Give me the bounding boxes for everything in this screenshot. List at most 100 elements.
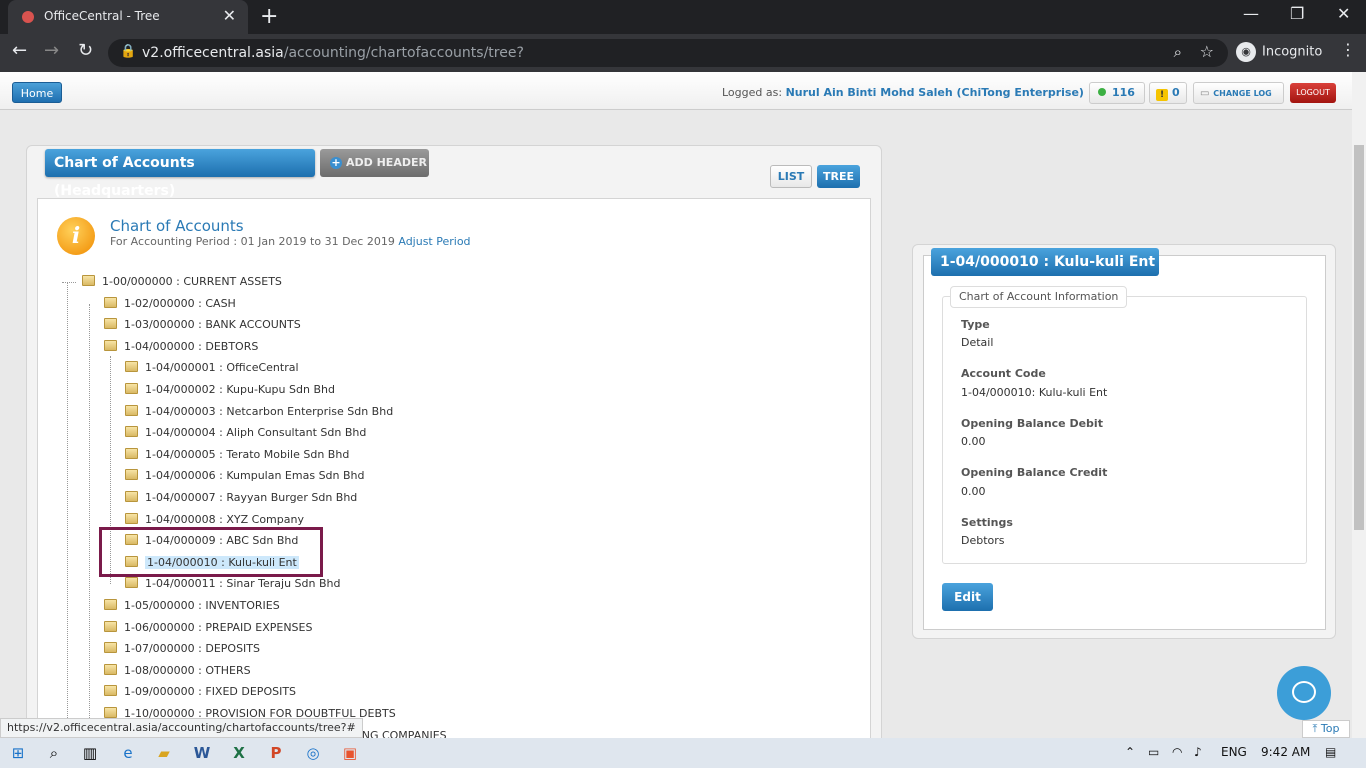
file-explorer-icon[interactable]: ▰ [154, 743, 174, 763]
folder-icon [125, 361, 138, 372]
up-icon: ⤒ [1312, 722, 1318, 735]
warning-icon: ! [1156, 89, 1168, 101]
tree-line [67, 282, 68, 738]
wifi-icon[interactable]: ◠ [1172, 745, 1182, 759]
address-bar: ← → ↻ 🔒 v2.officecentral.asia/accounting… [0, 34, 1366, 72]
new-tab-icon[interactable]: + [260, 4, 278, 29]
logged-user[interactable]: Nurul Ain Binti Mohd Saleh (ChiTong Ente… [786, 86, 1084, 99]
folder-icon [125, 491, 138, 502]
volume-icon[interactable]: ♪ [1194, 745, 1202, 759]
status-url: https://v2.officecentral.asia/accounting… [0, 718, 363, 738]
logout-button[interactable]: LOGOUT [1290, 83, 1336, 103]
folder-icon [104, 318, 117, 329]
app-topbar: Home Logged as: Nurul Ain Binti Mohd Sal… [0, 72, 1352, 110]
change-log-button[interactable]: ▭ CHANGE LOG [1193, 82, 1284, 104]
home-button[interactable]: Home [12, 82, 62, 103]
back-icon[interactable]: ← [12, 40, 27, 61]
close-window-icon[interactable]: ✕ [1337, 4, 1350, 23]
back-to-top-button[interactable]: ⤒ Top [1302, 720, 1350, 738]
clock[interactable]: 9:42 AM [1261, 745, 1310, 759]
word-icon[interactable]: W [192, 743, 212, 763]
zoom-icon[interactable]: ⌕ [1174, 43, 1182, 61]
folder-icon [125, 383, 138, 394]
browser-tabbar: OfficeCentral - Tree ✕ + — ❐ ✕ [0, 0, 1366, 34]
reload-icon[interactable]: ↻ [78, 40, 93, 61]
tab-title: OfficeCentral - Tree [44, 9, 160, 23]
tree-node[interactable]: 1-04/000003 : Netcarbon Enterprise Sdn B… [125, 404, 393, 420]
plus-icon: + [330, 156, 342, 169]
tree-node[interactable]: 1-03/000000 : BANK ACCOUNTS [104, 317, 301, 333]
lock-icon: 🔒 [120, 44, 137, 59]
list-view-button[interactable]: LIST [770, 165, 812, 188]
folder-icon [125, 426, 138, 437]
adjust-period-link[interactable]: Adjust Period [398, 235, 470, 248]
edge-icon[interactable]: e [118, 743, 138, 763]
opening-credit-value: 0.00 [961, 485, 986, 498]
folder-icon [82, 275, 95, 286]
chat-button[interactable] [1277, 666, 1331, 720]
tree-node[interactable]: 1-07/000000 : DEPOSITS [104, 641, 260, 657]
account-info-legend: Chart of Account Information [950, 286, 1128, 308]
url-text: v2.officecentral.asia/accounting/chartof… [142, 45, 524, 61]
notifications-icon[interactable]: ▤ [1325, 745, 1336, 759]
opening-credit-label: Opening Balance Credit [961, 466, 1108, 479]
tray-up-icon[interactable]: ⌃ [1125, 745, 1135, 759]
chrome-icon[interactable]: ◎ [303, 743, 323, 763]
excel-icon[interactable]: X [229, 743, 249, 763]
folder-icon [125, 405, 138, 416]
search-icon[interactable]: ⌕ [44, 743, 64, 763]
forward-icon[interactable]: → [44, 40, 59, 61]
online-count-badge[interactable]: 116 [1089, 82, 1145, 104]
tree-node[interactable]: 1-00/000000 : CURRENT ASSETS [82, 274, 282, 290]
info-icon: i [57, 217, 95, 255]
tree-node[interactable]: 1-02/000000 : CASH [104, 296, 236, 312]
tree-node[interactable]: 1-06/000000 : PREPAID EXPENSES [104, 620, 312, 636]
bookmark-star-icon[interactable]: ☆ [1200, 42, 1214, 61]
language-indicator[interactable]: ENG [1221, 745, 1247, 759]
tree-node[interactable]: DING COMPANIES [350, 728, 447, 738]
windows-start-icon[interactable]: ⊞ [8, 743, 28, 763]
scrollbar-thumb[interactable] [1354, 145, 1364, 530]
accounting-period: For Accounting Period : 01 Jan 2019 to 3… [110, 235, 471, 248]
account-code-label: Account Code [961, 367, 1046, 380]
logged-as: Logged as: Nurul Ain Binti Mohd Saleh (C… [722, 86, 1084, 99]
powerpoint-icon[interactable]: P [266, 743, 286, 763]
tree-node[interactable]: 1-04/000005 : Terato Mobile Sdn Bhd [125, 447, 349, 463]
omnibox[interactable]: 🔒 v2.officecentral.asia/accounting/chart… [108, 39, 1228, 67]
folder-icon [104, 664, 117, 675]
tree-node[interactable]: 1-04/000011 : Sinar Teraju Sdn Bhd [125, 576, 340, 592]
document-icon: ▭ [1200, 88, 1210, 99]
warning-count-badge[interactable]: ! 0 [1149, 82, 1187, 104]
os-taskbar: ⊞ ⌕ ▥ e ▰ W X P ◎ ▣ ⌃ ▭ ◠ ♪ ENG 9:42 AM … [0, 738, 1366, 768]
task-view-icon[interactable]: ▥ [80, 743, 100, 763]
folder-icon [104, 707, 117, 718]
folder-icon [125, 448, 138, 459]
tree-view-button[interactable]: TREE [817, 165, 860, 188]
tree-node[interactable]: 1-04/000006 : Kumpulan Emas Sdn Bhd [125, 468, 365, 484]
close-tab-icon[interactable]: ✕ [223, 6, 236, 25]
app-icon[interactable]: ▣ [340, 743, 360, 763]
edit-button[interactable]: Edit [942, 583, 993, 611]
tree-node[interactable]: 1-04/000004 : Aliph Consultant Sdn Bhd [125, 425, 366, 441]
tree-node[interactable]: 1-08/000000 : OTHERS [104, 663, 251, 679]
incognito-indicator[interactable]: ◉ Incognito [1236, 42, 1322, 62]
tree-node[interactable]: 1-04/000007 : Rayyan Burger Sdn Bhd [125, 490, 357, 506]
add-header-button[interactable]: + ADD HEADER [320, 149, 429, 177]
account-code-value: 1-04/000010: Kulu-kuli Ent [961, 386, 1108, 399]
battery-icon[interactable]: ▭ [1148, 745, 1159, 759]
settings-label: Settings [961, 516, 1013, 529]
tree-node[interactable]: 1-04/000001 : OfficeCentral [125, 360, 299, 376]
folder-icon [104, 297, 117, 308]
browser-tab[interactable]: OfficeCentral - Tree ✕ [8, 0, 248, 34]
opening-debit-value: 0.00 [961, 435, 986, 448]
tree-node[interactable]: 1-04/000000 : DEBTORS [104, 339, 258, 355]
tree-node[interactable]: 1-09/000000 : FIXED DEPOSITS [104, 684, 296, 700]
restore-icon[interactable]: ❐ [1290, 4, 1304, 23]
tree-line [89, 304, 90, 718]
minimize-icon[interactable]: — [1243, 4, 1259, 23]
tree-node[interactable]: 1-04/000008 : XYZ Company [125, 512, 304, 528]
folder-icon [104, 685, 117, 696]
tree-node[interactable]: 1-04/000002 : Kupu-Kupu Sdn Bhd [125, 382, 335, 398]
menu-kebab-icon[interactable]: ⋮ [1340, 40, 1356, 59]
tree-node[interactable]: 1-05/000000 : INVENTORIES [104, 598, 280, 614]
